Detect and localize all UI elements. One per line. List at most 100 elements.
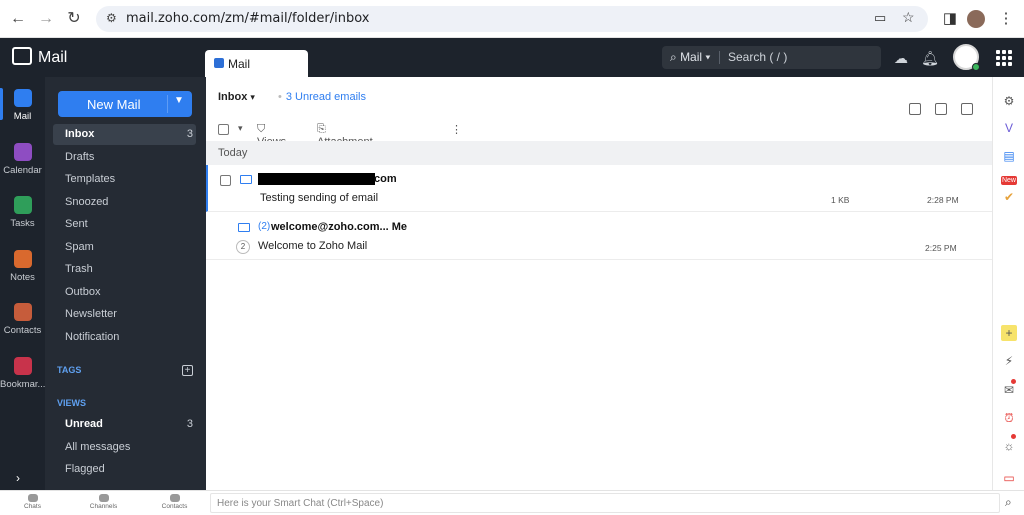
mail-checkbox[interactable]	[220, 175, 231, 186]
layout-view-icon[interactable]	[961, 103, 973, 115]
sender: com	[374, 173, 397, 185]
folder-spam[interactable]: Spam	[53, 237, 196, 258]
sender: welcome@zoho.com... Me	[271, 221, 408, 233]
chevron-down-icon[interactable]: ▾	[238, 123, 243, 134]
tab-mail[interactable]: Mail	[205, 50, 308, 77]
unread-filter-link[interactable]: • 3 Unread emails	[278, 91, 366, 103]
folder-label: Drafts	[65, 151, 95, 163]
feedback-icon[interactable]: ▭	[1001, 470, 1017, 486]
tags-heading[interactable]: TAGS	[57, 365, 81, 375]
search-input[interactable]: Search ( / )	[728, 50, 787, 64]
folder-snoozed[interactable]: Snoozed	[53, 192, 196, 213]
folder-newsletter[interactable]: Newsletter	[53, 304, 196, 325]
group-header-today: Today	[206, 141, 992, 165]
smart-chat-input[interactable]: Here is your Smart Chat (Ctrl+Space)	[210, 493, 1000, 513]
app-label: Contacts	[3, 325, 42, 336]
app-calendar[interactable]: Calendar	[0, 131, 45, 183]
app-grid-icon[interactable]	[996, 50, 1012, 66]
chevron-down-icon[interactable]: ▼	[174, 95, 184, 106]
calendar-widget-icon[interactable]: ▤	[1001, 148, 1017, 164]
mail-row[interactable]: (2) welcome@zoho.com... Me 2 Welcome to …	[206, 213, 992, 260]
mail-size: 1 KB	[831, 195, 850, 205]
folder-label: Newsletter	[65, 308, 117, 320]
bell-icon[interactable]: 🔔︎	[920, 48, 940, 68]
back-icon[interactable]: ←	[8, 9, 28, 29]
folder-inbox[interactable]: Inbox 3	[53, 124, 196, 145]
app-label: Bookmar...	[0, 379, 46, 390]
alarm-icon[interactable]: ⏰︎	[1001, 410, 1017, 426]
view-label: Flagged	[65, 463, 105, 475]
channels-tab[interactable]: Channels	[81, 494, 126, 510]
app-header: Mail Mail ⌕ Mail ▾ Search ( / ) ☁ 🔔︎	[0, 38, 1024, 77]
folder-label: Outbox	[65, 286, 101, 298]
search-bar[interactable]: ⌕ Mail ▾ Search ( / )	[662, 46, 881, 69]
folder-notification[interactable]: Notification	[53, 327, 196, 348]
folder-selector[interactable]: Inbox ▾	[218, 91, 255, 103]
browser-profile-avatar[interactable]	[967, 10, 985, 28]
add-tag-icon[interactable]: +	[182, 365, 193, 376]
app-bookmarks[interactable]: Bookmar...	[0, 345, 45, 397]
chevron-down-icon: ▾	[250, 92, 255, 102]
attachment-icon: ⎘	[317, 123, 326, 135]
contacts-tab[interactable]: Contacts	[152, 494, 197, 510]
url-text: mail.zoho.com/zm/#mail/folder/inbox	[126, 11, 370, 26]
forward-icon[interactable]: →	[36, 9, 56, 29]
site-info-icon[interactable]: ⚙	[106, 11, 117, 25]
folder-drafts[interactable]: Drafts	[53, 147, 196, 168]
view-all-messages[interactable]: All messages	[53, 437, 196, 458]
folder-pane: New Mail ▼ Inbox 3 Drafts Templates Snooz…	[45, 77, 206, 490]
folder-templates[interactable]: Templates	[53, 169, 196, 190]
folder-label: Templates	[65, 173, 116, 185]
app-tasks[interactable]: Tasks	[0, 184, 45, 236]
brand-label: Mail	[38, 49, 68, 66]
tab-label: Mail	[228, 57, 251, 71]
calendar-icon	[13, 143, 32, 161]
settings-icon[interactable]: ⚙	[1001, 93, 1017, 109]
lightning-icon[interactable]: ⚡︎	[1001, 353, 1017, 369]
select-all-checkbox[interactable]	[218, 124, 229, 135]
folder-trash[interactable]: Trash	[53, 259, 196, 280]
folder-outbox[interactable]: Outbox	[53, 282, 196, 303]
writer-icon[interactable]: V	[1001, 120, 1017, 136]
app-mail[interactable]: Mail	[0, 77, 45, 129]
tasks-widget-icon[interactable]: ✔	[1001, 189, 1017, 205]
brand[interactable]: Mail	[12, 47, 67, 67]
folder-count: 3	[186, 128, 193, 140]
cloud-upload-icon[interactable]: ☁	[891, 48, 911, 68]
expand-sidebar-icon[interactable]: ›	[16, 471, 20, 485]
notification-dot	[1011, 434, 1016, 439]
reload-icon[interactable]: ↻	[64, 9, 84, 29]
browser-toolbar: ← → ↻ ⚙ mail.zoho.com/zm/#mail/folder/in…	[0, 0, 1024, 38]
view-unread[interactable]: Unread 3	[53, 414, 196, 435]
view-label: All messages	[65, 441, 131, 453]
contacts-icon	[169, 494, 180, 502]
tab-label: Chats	[24, 503, 41, 510]
view-flagged[interactable]: Flagged	[53, 459, 196, 480]
app-contacts[interactable]: Contacts	[0, 291, 45, 343]
list-view-icon[interactable]	[935, 103, 947, 115]
thread-badge[interactable]: 2	[236, 240, 250, 254]
bookmark-star-icon[interactable]: ☆	[902, 9, 915, 26]
new-mail-button[interactable]: New Mail ▼	[58, 91, 192, 117]
notification-dot	[1011, 379, 1016, 384]
cast-icon[interactable]: ▭	[874, 10, 886, 26]
new-mail-label: New Mail	[87, 97, 141, 112]
sticky-note-icon[interactable]: +	[1001, 325, 1017, 341]
announcement-icon[interactable]: ✉	[1001, 382, 1017, 398]
folder-sent[interactable]: Sent	[53, 214, 196, 235]
address-bar[interactable]: ⚙ mail.zoho.com/zm/#mail/folder/inbox ▭ …	[96, 6, 928, 32]
right-toolbar: ⚙ V ▤ New ✔ + ⚡︎ ✉ ⏰︎ ☼ ▭	[992, 77, 1024, 490]
conversation-view-icon[interactable]	[909, 103, 921, 115]
sidepanel-icon[interactable]: ◨	[940, 9, 960, 29]
subject: Testing sending of email	[260, 192, 379, 204]
search-scope[interactable]: ⌕ Mail ▾	[670, 50, 710, 65]
views-heading[interactable]: VIEWS	[57, 398, 86, 408]
toggle-icon[interactable]: ☼	[1001, 438, 1017, 454]
chats-tab[interactable]: Chats	[10, 494, 55, 510]
tasks-icon	[13, 196, 32, 214]
search-icon[interactable]: ⌕	[1005, 495, 1012, 510]
more-options-icon[interactable]: ⋮	[451, 123, 462, 136]
browser-menu-icon[interactable]: ⋮	[996, 9, 1016, 29]
mail-row[interactable]: com Testing sending of email 1 KB 2:28 P…	[206, 165, 992, 212]
app-notes[interactable]: Notes	[0, 238, 45, 290]
